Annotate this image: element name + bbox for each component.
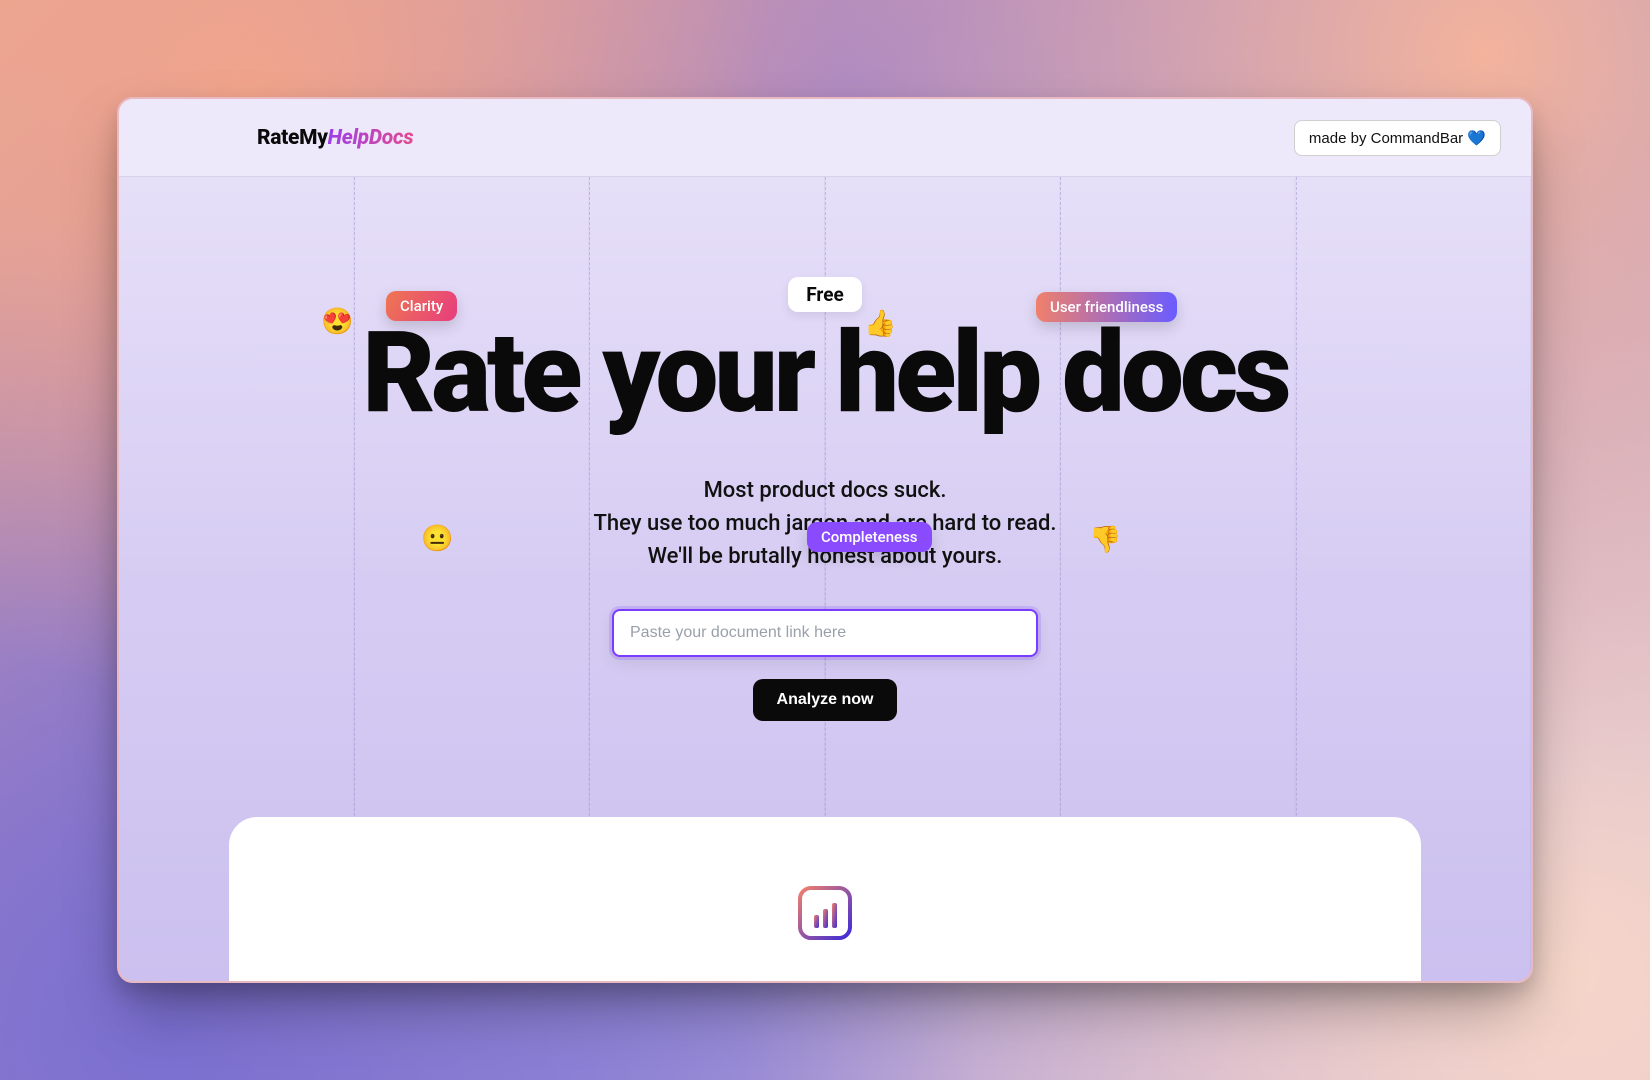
- results-card: [229, 817, 1421, 983]
- logo-text-dark: RateMy: [257, 126, 328, 150]
- app-window: RateMyHelpDocs made by CommandBar 💙 Clar…: [117, 97, 1533, 983]
- neutral-face-icon: 😐: [421, 524, 453, 554]
- tag-completeness: Completeness: [807, 522, 932, 552]
- logo-text-accent: HelpDocs: [328, 126, 414, 150]
- free-badge: Free: [788, 277, 862, 312]
- analyze-button[interactable]: Analyze now: [753, 679, 898, 721]
- logo[interactable]: RateMyHelpDocs: [257, 126, 413, 150]
- thumbs-down-icon: 👎: [1089, 525, 1121, 555]
- made-by-button[interactable]: made by CommandBar 💙: [1294, 120, 1501, 156]
- thumbs-up-icon: 👍: [864, 309, 896, 339]
- document-url-input[interactable]: [612, 609, 1038, 657]
- hero-section: Free Rate your help docs Most product do…: [119, 177, 1531, 721]
- subtitle-line-1: Most product docs suck.: [119, 474, 1531, 507]
- header-bar: RateMyHelpDocs made by CommandBar 💙: [119, 99, 1531, 177]
- tag-user-friendliness: User friendliness: [1036, 292, 1177, 322]
- bar-chart-icon: [797, 885, 853, 941]
- heart-eyes-icon: 😍: [321, 307, 353, 337]
- page-background: RateMyHelpDocs made by CommandBar 💙 Clar…: [0, 0, 1650, 1080]
- url-input-row: [119, 609, 1531, 657]
- tag-clarity: Clarity: [386, 291, 457, 321]
